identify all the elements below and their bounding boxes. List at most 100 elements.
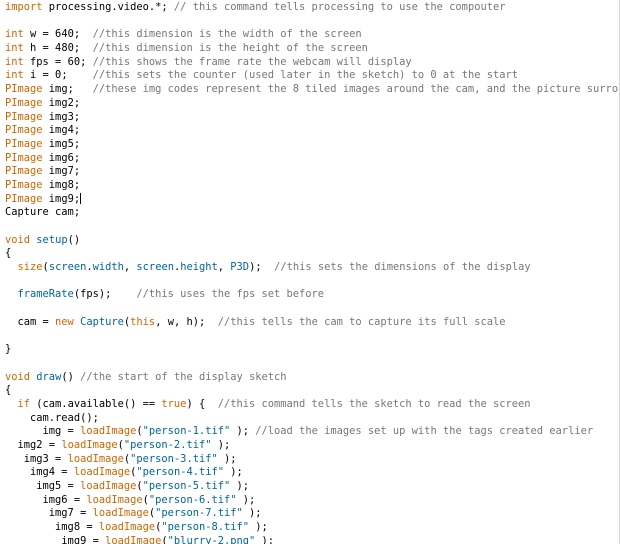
code-line: { [5, 247, 619, 261]
code-line: img5 = loadImage("person-5.tif" ); [5, 480, 619, 494]
keyword-token: PImage [5, 83, 43, 96]
code-token: cam.read(); [5, 411, 99, 424]
function-token: setup [36, 233, 68, 246]
code-line: PImage img6; [5, 151, 619, 166]
string-token: "person-6.tif" [148, 493, 237, 506]
comment-token: //this dimension is the width of the scr… [92, 28, 362, 41]
code-line: PImage img8; [5, 178, 619, 193]
code-line: img8 = loadImage("person-8.tif" ); [5, 521, 619, 535]
keyword-token: PImage [5, 192, 43, 205]
code-line: int fps = 60; //this shows the frame rat… [5, 55, 619, 70]
code-token: h = 480; [23, 42, 93, 55]
code-text-area[interactable]: import processing.video.*; // this comma… [5, 1, 619, 544]
code-editor[interactable]: import processing.video.*; // this comma… [0, 0, 620, 544]
keyword-token: PImage [5, 151, 43, 164]
code-token: , [217, 261, 231, 274]
code-token: img3 = [5, 452, 68, 465]
keyword-token: PImage [5, 165, 43, 178]
function-token: height [180, 261, 218, 274]
code-line: img4 = loadImage("person-4.tif" ); [5, 466, 619, 480]
code-line: int h = 480; //this dimension is the hei… [5, 42, 619, 56]
code-token: img6 = [5, 493, 87, 506]
code-token: img8; [42, 178, 81, 191]
comment-token: //this command tells the sketch to read … [217, 397, 531, 410]
code-token: img2 = [5, 439, 62, 451]
code-token: w = 640; [23, 28, 93, 41]
code-line: img = loadImage("person-1.tif" ); //load… [5, 425, 619, 439]
code-token: () [67, 233, 81, 246]
keyword-token: import [5, 1, 43, 13]
code-line: PImage img9; [5, 192, 619, 207]
keyword-token: true [161, 397, 187, 410]
function-token: Capture [80, 315, 124, 328]
comment-token: // this command tells processing to use … [173, 1, 506, 13]
code-token: img2; [42, 96, 81, 109]
code-token: img5; [42, 137, 81, 150]
code-token: ); [211, 439, 231, 451]
string-token: "person-4.tif" [136, 466, 224, 479]
keyword-token: loadImage [80, 425, 137, 438]
keyword-token: PImage [5, 137, 43, 150]
string-token: "person-1.tif" [142, 425, 231, 438]
code-token: { [5, 384, 12, 397]
keyword-token: PImage [5, 178, 43, 191]
keyword-token: void [5, 233, 31, 246]
keyword-token: PImage [5, 124, 43, 137]
code-line: int i = 0; //this sets the counter (used… [5, 69, 619, 83]
keyword-token: loadImage [92, 507, 149, 520]
code-line: img2 = loadImage("person-2.tif" ); [5, 439, 619, 453]
code-token: img4; [42, 124, 81, 137]
code-line: img6 = loadImage("person-6.tif" ); [5, 493, 619, 508]
code-token: img7 = [5, 507, 93, 520]
code-token: ); [236, 493, 256, 506]
comment-token: //this dimension is the height of the sc… [92, 42, 368, 55]
comment-token: //this sets the dimensions of the displa… [274, 261, 531, 274]
keyword-token: void [5, 370, 31, 383]
code-token: img7; [42, 165, 81, 178]
code-line: } [5, 343, 619, 357]
keyword-token: new [55, 315, 74, 328]
code-token: (fps); [73, 288, 137, 301]
keyword-token: int [5, 42, 24, 55]
code-token: img; [42, 83, 93, 96]
keyword-token: loadImage [98, 521, 156, 534]
code-token: ); [255, 534, 275, 544]
keyword-token: loadImage [67, 452, 124, 465]
code-line: size(screen.width, screen.height, P3D); … [5, 261, 619, 275]
function-token: screen [48, 261, 87, 274]
function-token: P3D [230, 261, 250, 274]
code-line: PImage img4; [5, 124, 619, 138]
comment-token: //the start of the display sketch [80, 370, 287, 383]
code-token: img3; [42, 110, 81, 123]
code-token: ); [230, 425, 256, 438]
code-token: img8 = [5, 521, 99, 534]
function-token: screen [136, 261, 174, 274]
string-token: "person-3.tif" [130, 452, 218, 465]
comment-token: //this uses the fps set before [136, 288, 325, 301]
code-line: PImage img; //these img codes represent … [5, 83, 619, 97]
code-line: PImage img7; [5, 165, 619, 179]
code-token: , w, h); [155, 315, 218, 328]
code-line: int w = 640; //this dimension is the wid… [5, 28, 619, 42]
code-token: processing.video.*; [42, 1, 174, 13]
code-token: img = [5, 425, 81, 438]
keyword-token: if [17, 397, 31, 410]
code-line: if (cam.available() == true) { //this co… [5, 397, 619, 412]
keyword-token: PImage [5, 110, 43, 123]
code-line: img3 = loadImage("person-3.tif" ); [5, 452, 619, 467]
comment-token: //this sets the counter (used later in t… [92, 69, 518, 82]
comment-token: //this tells the cam to capture its full… [217, 315, 506, 328]
code-token: cam = [5, 315, 56, 328]
code-token: ); [249, 521, 268, 534]
code-token: { [5, 247, 12, 260]
function-token: draw [36, 370, 62, 383]
keyword-token: int [5, 55, 24, 68]
code-token: ); [230, 480, 250, 493]
